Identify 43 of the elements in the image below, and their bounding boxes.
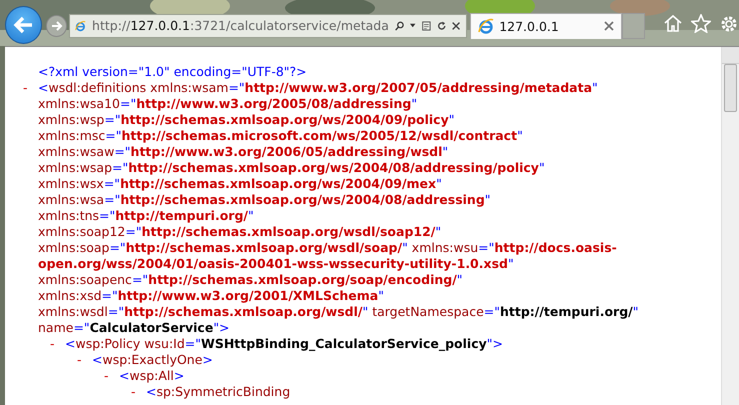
- browser-tab[interactable]: 127.0.0.1: [470, 12, 622, 38]
- search-icon[interactable]: [394, 18, 404, 32]
- code-line: <wsp:All>: [119, 368, 184, 384]
- code-line: <sp:SymmetricBinding: [146, 384, 290, 400]
- scrollbar[interactable]: [721, 47, 739, 405]
- code-line: xmlns:wsdl="http://schemas.xmlsoap.org/wsdl/" targetNamespace="http://tempuri.org/": [38, 304, 638, 320]
- tab-title: 127.0.0.1: [499, 18, 560, 34]
- code-line: name="CalculatorService">: [38, 320, 230, 336]
- code-line: xmlns:wsa="http://schemas.xmlsoap.org/ws/2004/08/addressing": [38, 192, 491, 208]
- back-arrow-icon: [12, 16, 34, 34]
- code-line: xmlns:wsa10="http://www.w3.org/2005/08/addressing": [38, 96, 418, 112]
- code-line: <wsdl:definitions xmlns:wsam="http://www.w3.org/2007/05/addressing/metadata": [38, 80, 598, 96]
- url-text: http://127.0.0.1:3721/calculatorservice/metada: [92, 18, 389, 33]
- collapse-toggle[interactable]: -: [131, 384, 136, 399]
- collapse-toggle[interactable]: -: [50, 336, 55, 351]
- code-line: <?xml version="1.0" encoding="UTF-8"?>: [38, 64, 307, 80]
- dropdown-caret-icon[interactable]: [410, 23, 416, 28]
- code-line: xmlns:wsx="http://schemas.xmlsoap.org/ws/2004/09/mex": [38, 176, 442, 192]
- compatibility-icon[interactable]: [422, 18, 431, 32]
- settings-icon[interactable]: [719, 14, 739, 34]
- code-line: <wsp:ExactlyOne>: [92, 352, 213, 368]
- code-line: open.org/wss/2004/01/oasis-200401-wss-wssecurity-utility-1.0.xsd": [38, 256, 514, 272]
- collapse-toggle[interactable]: -: [23, 80, 28, 95]
- code-line: xmlns:xsd="http://www.w3.org/2001/XMLSchema": [38, 288, 384, 304]
- close-icon[interactable]: [604, 21, 614, 31]
- star-icon[interactable]: [691, 14, 711, 33]
- code-line: xmlns:soap12="http://schemas.xmlsoap.org/wsdl/soap12/": [38, 224, 442, 240]
- home-icon[interactable]: [663, 14, 683, 32]
- code-line: xmlns:tns="http://tempuri.org/": [38, 208, 254, 224]
- address-bar[interactable]: http://127.0.0.1:3721/calculatorservice/metada: [69, 14, 468, 38]
- close-icon[interactable]: [452, 20, 460, 32]
- forward-arrow-icon: [50, 20, 63, 30]
- code-line: xmlns:soap="http://schemas.xmlsoap.org/wsdl/soap/" xmlns:wsu="http://docs.oasis-: [38, 240, 617, 256]
- collapse-toggle[interactable]: -: [77, 352, 82, 367]
- collapse-toggle[interactable]: -: [104, 368, 109, 383]
- browser-logo-icon: [478, 18, 494, 34]
- code-line: xmlns:wsap="http://schemas.xmlsoap.org/ws/2004/08/addressing/policy": [38, 160, 545, 176]
- code-line: xmlns:wsaw="http://www.w3.org/2006/05/addressing/wsdl": [38, 144, 448, 160]
- code-line: xmlns:msc="http://schemas.microsoft.com/ws/2005/12/wsdl/contract": [38, 128, 523, 144]
- scrollbar-thumb[interactable]: [724, 64, 737, 112]
- code-line: <wsp:Policy wsu:Id="WSHttpBinding_CalculatorService_policy">: [65, 336, 503, 352]
- code-line: xmlns:soapenc="http://schemas.xmlsoap.org/soap/encoding/": [38, 272, 463, 288]
- code-line: xmlns:wsp="http://schemas.xmlsoap.org/ws/2004/09/policy": [38, 112, 454, 128]
